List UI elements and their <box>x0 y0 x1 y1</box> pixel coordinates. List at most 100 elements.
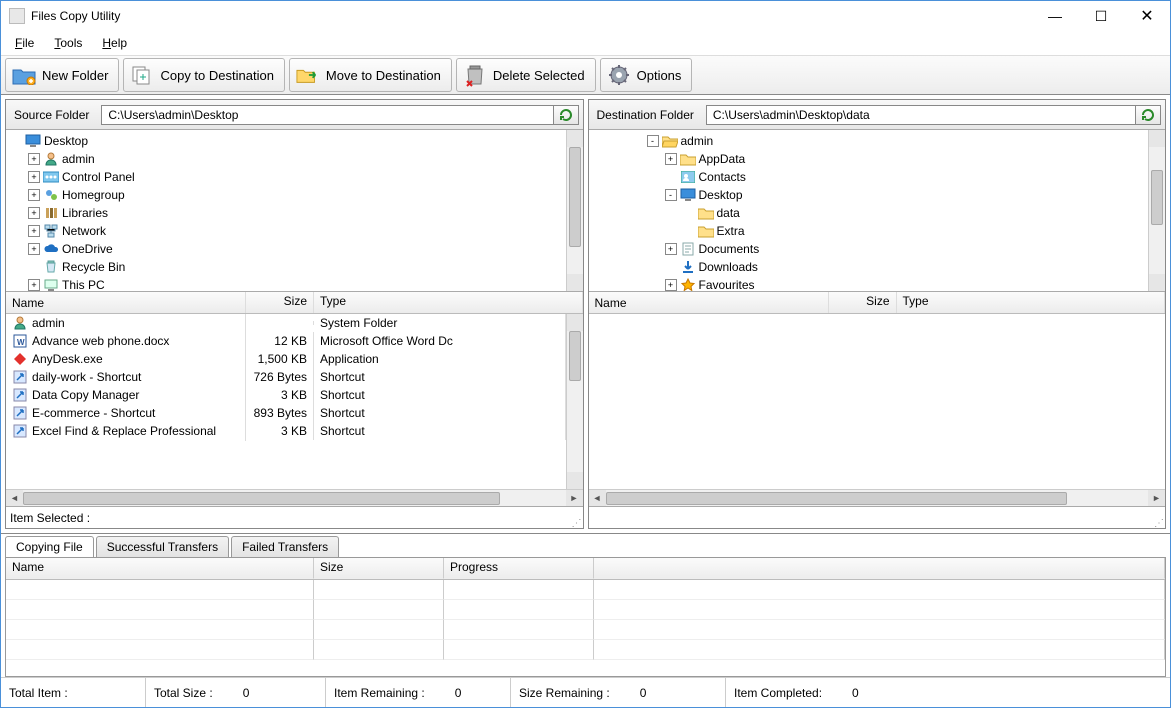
tree-item[interactable]: .data <box>589 204 1149 222</box>
list-item[interactable]: daily-work - Shortcut726 BytesShortcut <box>6 368 566 386</box>
status-bar: Total Item : Total Size :0 Item Remainin… <box>1 677 1170 707</box>
col-size[interactable]: Size <box>829 292 897 313</box>
source-hscroll[interactable]: ◄ ► <box>6 489 583 506</box>
delete-selected-button[interactable]: Delete Selected <box>456 58 596 92</box>
item-remaining-value: 0 <box>455 686 462 700</box>
grid-col-size[interactable]: Size <box>314 558 444 579</box>
file-type: Shortcut <box>314 386 566 404</box>
source-list-header[interactable]: Name Size Type <box>6 292 583 314</box>
tree-item-label: Recycle Bin <box>62 260 125 274</box>
tree-item[interactable]: - admin <box>589 132 1149 150</box>
tree-item[interactable]: .Contacts <box>589 168 1149 186</box>
move-label: Move to Destination <box>326 68 441 83</box>
col-name[interactable]: Name <box>6 292 246 313</box>
resize-grip[interactable] <box>1153 516 1163 526</box>
close-button[interactable]: ✕ <box>1124 1 1170 31</box>
tree-item-label: admin <box>681 134 714 148</box>
tree-item[interactable]: +Homegroup <box>6 186 566 204</box>
item-completed-value: 0 <box>852 686 859 700</box>
tree-item[interactable]: .Desktop <box>6 132 566 150</box>
dest-tree-scrollbar[interactable] <box>1148 130 1165 291</box>
source-refresh-button[interactable] <box>553 105 579 125</box>
expand-toggle[interactable]: + <box>28 171 40 183</box>
cpanel-icon <box>43 169 59 185</box>
tree-item[interactable]: +Control Panel <box>6 168 566 186</box>
tree-item[interactable]: +OneDrive <box>6 240 566 258</box>
file-size: 893 Bytes <box>246 404 314 422</box>
expand-toggle[interactable]: - <box>647 135 659 147</box>
expand-toggle[interactable]: + <box>28 279 40 291</box>
tree-item[interactable]: + admin <box>6 150 566 168</box>
expand-toggle[interactable]: + <box>665 279 677 291</box>
options-button[interactable]: Options <box>600 58 693 92</box>
grid-col-progress[interactable]: Progress <box>444 558 594 579</box>
move-to-destination-button[interactable]: Move to Destination <box>289 58 452 92</box>
list-item[interactable]: E-commerce - Shortcut893 BytesShortcut <box>6 404 566 422</box>
destination-path-input[interactable] <box>706 105 1135 125</box>
documents-icon <box>680 241 696 257</box>
tree-item[interactable]: -Desktop <box>589 186 1149 204</box>
tree-item-label: admin <box>62 152 95 166</box>
menu-file[interactable]: File <box>7 34 42 52</box>
file-type: Shortcut <box>314 368 566 386</box>
expand-toggle[interactable]: - <box>665 189 677 201</box>
tree-item[interactable]: +Documents <box>589 240 1149 258</box>
dest-hscroll[interactable]: ◄ ► <box>589 489 1166 506</box>
tree-item-label: Libraries <box>62 206 108 220</box>
menu-tools[interactable]: Tools <box>46 34 90 52</box>
source-tree[interactable]: .Desktop+admin+Control Panel+Homegroup+L… <box>6 130 583 292</box>
expand-toggle[interactable]: + <box>28 153 40 165</box>
tree-item[interactable]: .Recycle Bin <box>6 258 566 276</box>
list-item[interactable]: WAdvance web phone.docx12 KBMicrosoft Of… <box>6 332 566 350</box>
tree-item-label: Desktop <box>44 134 88 148</box>
docx-icon: W <box>12 333 28 349</box>
expand-toggle[interactable]: + <box>28 243 40 255</box>
destination-tree[interactable]: - admin + AppData .Contacts-Desktop.data.Ext… <box>589 130 1166 292</box>
tree-item[interactable]: .Extra <box>589 222 1149 240</box>
file-size: 12 KB <box>246 332 314 350</box>
contacts-icon <box>680 169 696 185</box>
window-title: Files Copy Utility <box>31 9 120 23</box>
list-item[interactable]: Data Copy Manager3 KBShortcut <box>6 386 566 404</box>
list-item[interactable]: adminSystem Folder <box>6 314 566 332</box>
expand-toggle[interactable]: + <box>28 207 40 219</box>
source-tree-scrollbar[interactable] <box>566 130 583 291</box>
source-folder-label: Source Folder <box>10 108 93 122</box>
tree-item[interactable]: +Favourites <box>589 276 1149 291</box>
delete-icon <box>463 63 487 87</box>
expand-toggle[interactable]: + <box>665 243 677 255</box>
tree-item[interactable]: .Downloads <box>589 258 1149 276</box>
new-folder-button[interactable]: New Folder <box>5 58 119 92</box>
tree-item[interactable]: +Network <box>6 222 566 240</box>
col-type[interactable]: Type <box>314 292 583 313</box>
file-name: daily-work - Shortcut <box>32 370 141 384</box>
destination-refresh-button[interactable] <box>1135 105 1161 125</box>
minimize-button[interactable]: — <box>1032 1 1078 31</box>
col-size[interactable]: Size <box>246 292 314 313</box>
tree-item[interactable]: + AppData <box>589 150 1149 168</box>
expand-toggle[interactable]: + <box>28 225 40 237</box>
dest-list-header[interactable]: Name Size Type <box>589 292 1166 314</box>
transfer-grid[interactable]: Name Size Progress <box>5 557 1166 677</box>
tree-item[interactable]: + Libraries <box>6 204 566 222</box>
tab-copying-file[interactable]: Copying File <box>5 536 94 557</box>
folder-open-icon <box>662 133 678 149</box>
source-path-input[interactable] <box>101 105 552 125</box>
list-item[interactable]: Excel Find & Replace Professional3 KBSho… <box>6 422 566 440</box>
col-type[interactable]: Type <box>897 292 1166 313</box>
grid-col-name[interactable]: Name <box>6 558 314 579</box>
tree-item[interactable]: +This PC <box>6 276 566 291</box>
menu-help[interactable]: Help <box>94 34 135 52</box>
tab-successful-transfers[interactable]: Successful Transfers <box>96 536 229 557</box>
expand-toggle[interactable]: + <box>28 189 40 201</box>
tab-failed-transfers[interactable]: Failed Transfers <box>231 536 339 557</box>
list-item[interactable]: AnyDesk.exe1,500 KBApplication <box>6 350 566 368</box>
source-list-scrollbar[interactable] <box>566 314 583 489</box>
desktop-icon <box>680 187 696 203</box>
tree-item-label: AppData <box>699 152 746 166</box>
maximize-button[interactable]: ☐ <box>1078 1 1124 31</box>
copy-to-destination-button[interactable]: Copy to Destination <box>123 58 284 92</box>
expand-toggle[interactable]: + <box>665 153 677 165</box>
col-name[interactable]: Name <box>589 292 829 313</box>
resize-grip[interactable] <box>571 516 581 526</box>
